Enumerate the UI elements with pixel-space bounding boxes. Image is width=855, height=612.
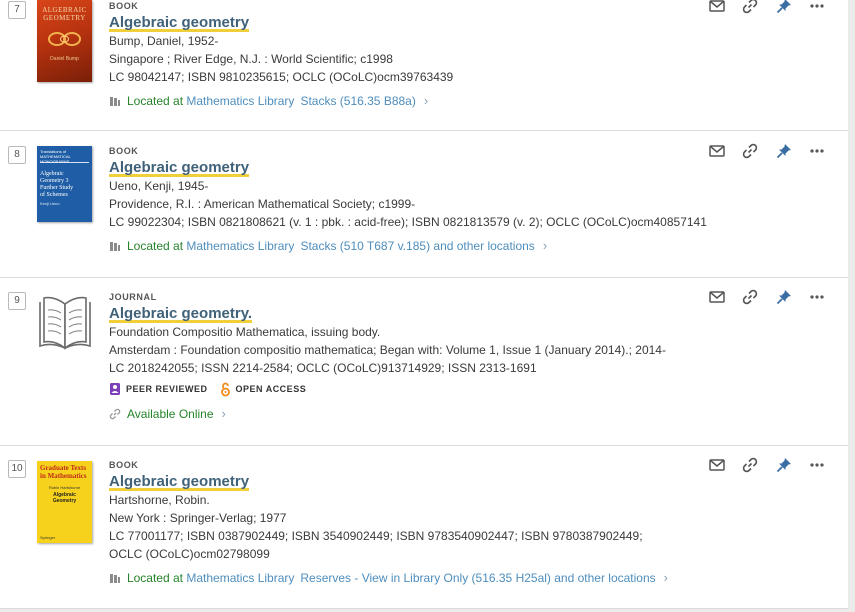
book-location-icon [110,97,120,106]
cover-text: ALGEBRAIC [42,6,87,14]
cover-text: Graduate Texts [40,464,87,472]
record-author: Hartshorne, Robin. [109,493,210,507]
result-index: 10 [8,460,26,478]
cover-text: GEOMETRY [43,14,86,22]
cover-artwork-icon [48,32,81,46]
record-publisher: Amsterdam : Foundation compositio mathem… [109,343,666,357]
cover-text: Geometry 3 [40,178,69,184]
journal-placeholder-icon [39,296,91,350]
link-icon[interactable] [741,142,759,160]
resource-type: BOOK [109,146,139,156]
record-publisher: Providence, R.I. : American Mathematical… [109,197,416,211]
chevron-right-icon[interactable]: › [664,569,668,587]
book-cover-thumbnail[interactable]: Graduate Texts in Mathematics Robin Hart… [37,461,92,543]
resource-type: BOOK [109,1,139,11]
cover-text: Algebraic [40,171,64,177]
more-icon[interactable] [808,142,826,160]
link-icon[interactable] [741,288,759,306]
email-icon[interactable] [708,288,726,306]
result-record: 7 ALGEBRAIC GEOMETRY Daniel Bump BOOK Al… [0,0,848,131]
record-publisher: Singapore ; River Edge, N.J. : World Sci… [109,52,393,66]
link-small-icon [109,408,121,420]
book-cover-thumbnail[interactable]: Translations of MATHEMATICAL MONOGRAPHS … [37,146,92,222]
availability-library[interactable]: Mathematics Library [186,237,294,255]
book-cover-thumbnail[interactable]: ALGEBRAIC GEOMETRY Daniel Bump [37,0,92,82]
record-title-link[interactable]: Algebraic geometry. [109,305,253,323]
record-publisher: New York : Springer-Verlag; 1977 [109,511,287,525]
peer-reviewed-label: PEER REVIEWED [126,384,208,394]
more-icon[interactable] [808,288,826,306]
record-actions [708,0,826,15]
availability-location[interactable]: Stacks (510 T687 v.185) and other locati… [300,237,534,255]
record-author: Foundation Compositio Mathematica, issui… [109,325,381,339]
record-identifiers: LC 2018242055; ISSN 2214-2584; OCLC (OCo… [109,361,537,375]
record-author: Bump, Daniel, 1952- [109,34,219,48]
email-icon[interactable] [708,0,726,15]
availability-location[interactable]: Stacks (516.35 B88a) [300,92,415,110]
link-icon[interactable] [741,456,759,474]
peer-reviewed-badge: PEER REVIEWED [109,382,208,396]
chevron-right-icon[interactable]: › [543,237,547,255]
result-record: 10 Graduate Texts in Mathematics Robin H… [0,446,848,609]
peer-reviewed-icon [110,383,120,395]
pin-icon[interactable] [775,456,793,474]
open-access-label: OPEN ACCESS [235,384,307,394]
availability-link[interactable]: Located at Mathematics Library Reserves -… [109,569,668,587]
email-icon[interactable] [708,142,726,160]
availability-location[interactable]: Reserves - View in Library Only (516.35 … [300,569,655,587]
availability-library[interactable]: Mathematics Library [186,92,294,110]
availability-status: Located at [127,239,184,253]
chevron-right-icon[interactable]: › [222,405,226,423]
email-icon[interactable] [708,456,726,474]
record-actions [708,456,826,474]
result-index: 9 [8,292,26,310]
availability-link[interactable]: Located at Mathematics Library Stacks (51… [109,92,708,110]
resource-type: BOOK [109,460,139,470]
record-badges: PEER REVIEWED OPEN ACCESS [109,381,708,397]
cover-text: Geometry [52,498,77,504]
book-location-icon [109,574,120,583]
link-icon[interactable] [741,0,759,15]
availability-status[interactable]: Available Online [127,405,214,423]
record-identifiers: LC 98042147; ISBN 9810235615; OCLC (OCoL… [109,70,454,84]
availability-link[interactable]: Located at Mathematics Library Stacks (51… [109,237,708,255]
record-author: Ueno, Kenji, 1945- [109,179,209,193]
pin-icon[interactable] [775,288,793,306]
record-actions [708,142,826,160]
cover-text: Further Study [40,185,74,191]
cover-text: of Schemes [40,192,68,198]
cover-text: Springer [40,535,56,540]
result-index: 7 [8,1,26,19]
more-icon[interactable] [808,0,826,15]
chevron-right-icon[interactable]: › [424,92,428,110]
availability-link[interactable]: Available Online › [109,405,708,423]
record-title-link[interactable]: Algebraic geometry [109,14,250,32]
availability-status: Located at [126,571,183,585]
result-record: 8 Translations of MATHEMATICAL MONOGRAPH… [0,131,848,278]
pin-icon[interactable] [775,0,793,15]
more-icon[interactable] [808,456,826,474]
record-identifiers: LC 77001177; ISBN 0387902449; ISBN 35409… [109,529,643,561]
record-actions [708,288,826,306]
open-access-badge: OPEN ACCESS [220,382,307,397]
cover-text: in Mathematics [40,472,87,480]
result-index: 8 [8,146,26,164]
cover-text: Kenji Ueno [40,201,60,206]
cover-text: Daniel Bump [50,56,79,62]
resource-type: JOURNAL [109,292,157,302]
record-identifiers: LC 99022304; ISBN 0821808621 (v. 1 : pbk… [109,215,707,229]
record-title-link[interactable]: Algebraic geometry [109,473,250,491]
availability-library[interactable]: Mathematics Library [186,569,294,587]
record-title-link[interactable]: Algebraic geometry [109,159,250,177]
open-access-icon [220,382,230,396]
book-location-icon [110,242,120,251]
cover-text: Robin Hartshorne [48,485,81,490]
availability-status: Located at [127,94,184,108]
result-record: 9 JOURNAL Algebraic geometry. Foundation… [0,278,848,446]
pin-icon[interactable] [775,142,793,160]
